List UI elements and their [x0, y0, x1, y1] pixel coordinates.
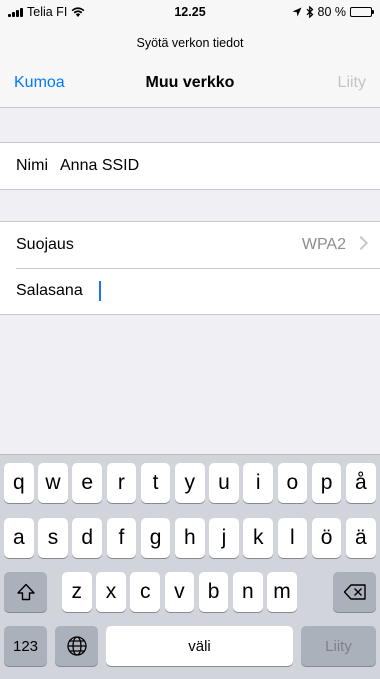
key-a[interactable]: a	[4, 518, 34, 558]
key-d[interactable]: d	[72, 518, 102, 558]
key-l[interactable]: l	[277, 518, 308, 558]
nav-prompt: Syötä verkon tiedot	[136, 36, 244, 50]
nav-bar: Syötä verkon tiedot Kumoa Muu verkko Lii…	[0, 26, 380, 108]
ssid-input[interactable]	[60, 157, 280, 175]
space-key[interactable]: väli	[106, 626, 293, 666]
key-q[interactable]: q	[4, 463, 34, 503]
location-icon	[292, 7, 301, 17]
security-label: Suojaus	[16, 236, 74, 253]
keyboard: 123 väli Liity qwertyuiopå asdfghjklöä zxc…	[0, 454, 380, 679]
backspace-icon	[343, 584, 366, 600]
name-group: Nimi	[0, 142, 380, 190]
key-h[interactable]: h	[175, 518, 205, 558]
bluetooth-icon	[306, 6, 313, 18]
key-e[interactable]: e	[72, 463, 102, 503]
numbers-key[interactable]: 123	[4, 626, 47, 666]
security-cell[interactable]: Suojaus WPA2	[0, 222, 380, 268]
key-ä[interactable]: ä	[346, 518, 376, 558]
key-f[interactable]: f	[106, 518, 137, 558]
cancel-button[interactable]: Kumoa	[14, 74, 65, 92]
key-u[interactable]: u	[209, 463, 239, 503]
key-g[interactable]: g	[140, 518, 171, 558]
key-y[interactable]: y	[175, 463, 205, 503]
battery-icon	[350, 7, 374, 17]
shift-icon	[16, 583, 35, 601]
key-b[interactable]: b	[198, 572, 229, 612]
key-z[interactable]: z	[62, 572, 92, 612]
key-i[interactable]: i	[243, 463, 273, 503]
key-s[interactable]: s	[38, 518, 68, 558]
key-j[interactable]: j	[209, 518, 239, 558]
security-group: Suojaus WPA2 Salasana	[0, 221, 380, 315]
key-v[interactable]: v	[164, 572, 195, 612]
key-o[interactable]: o	[277, 463, 308, 503]
key-r[interactable]: r	[106, 463, 137, 503]
key-m[interactable]: m	[267, 572, 297, 612]
status-bar: Telia FI 12.25 80 %	[0, 0, 380, 26]
name-label: Nimi	[16, 157, 48, 174]
key-å[interactable]: å	[346, 463, 376, 503]
key-x[interactable]: x	[96, 572, 126, 612]
password-label: Salasana	[16, 282, 83, 299]
password-cell[interactable]: Salasana	[0, 268, 380, 314]
join-key[interactable]: Liity	[301, 626, 376, 666]
key-n[interactable]: n	[233, 572, 263, 612]
join-button[interactable]: Liity	[338, 74, 366, 92]
battery-percent: 80 %	[317, 5, 347, 19]
shift-key[interactable]	[4, 572, 47, 612]
key-w[interactable]: w	[38, 463, 68, 503]
status-right: 80 %	[292, 5, 374, 19]
globe-icon	[66, 636, 87, 656]
security-value: WPA2	[301, 236, 346, 253]
globe-key[interactable]	[55, 626, 98, 666]
name-cell[interactable]: Nimi	[0, 143, 380, 189]
key-k[interactable]: k	[243, 518, 273, 558]
backspace-key[interactable]	[333, 572, 376, 612]
key-ö[interactable]: ö	[311, 518, 342, 558]
chevron-right-icon	[353, 235, 369, 251]
key-c[interactable]: c	[130, 572, 160, 612]
key-t[interactable]: t	[140, 463, 171, 503]
key-p[interactable]: p	[311, 463, 342, 503]
text-cursor	[98, 281, 101, 301]
